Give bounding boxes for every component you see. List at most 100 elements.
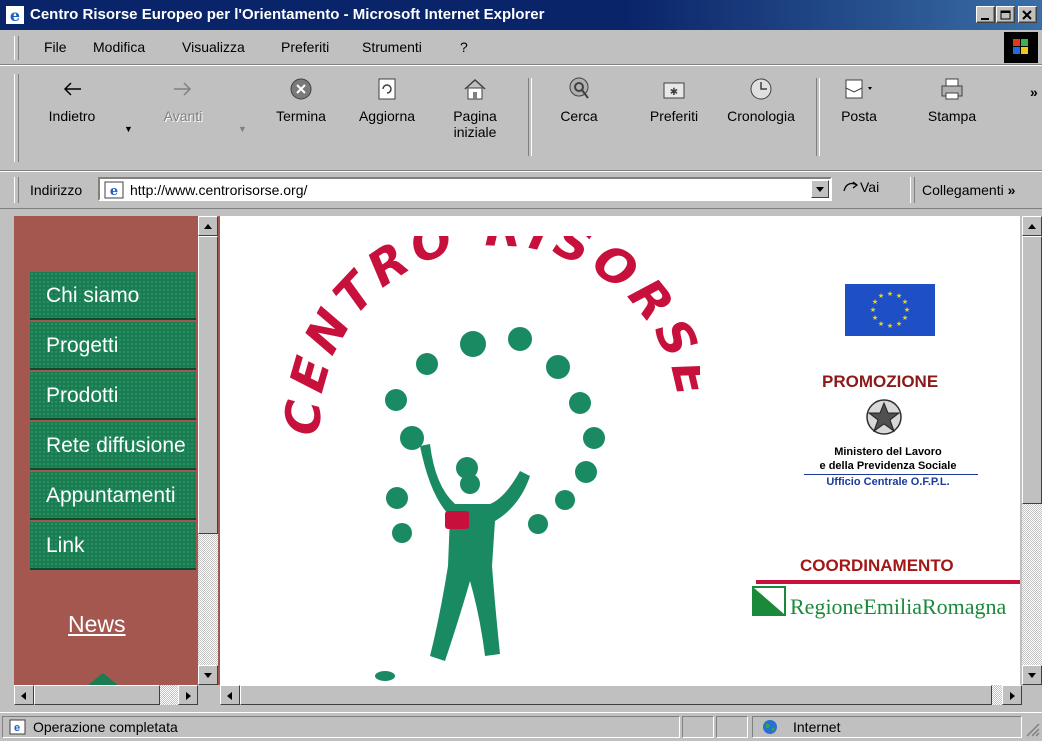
toolbar-separator (816, 78, 820, 156)
main-vertical-scrollbar[interactable] (1022, 216, 1042, 685)
svg-text:e: e (14, 722, 20, 734)
menu-modifica[interactable]: Modifica (93, 39, 145, 55)
ministry-line-1: Ministero del Lavoro (834, 446, 942, 458)
stop-button[interactable]: Termina (262, 70, 340, 166)
left-scroll-down-button[interactable] (198, 665, 218, 685)
maximize-button[interactable] (996, 6, 1015, 23)
go-button[interactable]: Vai (842, 179, 879, 195)
menu-visualizza[interactable]: Visualizza (182, 39, 245, 55)
links-chevron: » (1007, 182, 1016, 198)
menu-strumenti[interactable]: Strumenti (362, 39, 422, 55)
svg-text:★: ★ (887, 322, 893, 330)
nav-rete-diffusione[interactable]: Rete diffusione (30, 422, 196, 470)
svg-text:★: ★ (887, 290, 893, 298)
security-zone-panel: Internet (752, 716, 1022, 738)
page-ie-icon: e (104, 181, 124, 199)
left-hscroll-right-button[interactable] (178, 685, 198, 705)
arrow-down-icon (1028, 673, 1036, 678)
status-panel-empty-2 (716, 716, 748, 738)
menu-help[interactable]: ? (460, 39, 468, 55)
forward-dropdown-arrow[interactable]: ▼ (238, 124, 247, 134)
centro-risorse-logo[interactable]: CENTRO RISORSE (280, 236, 700, 685)
close-icon (1022, 10, 1032, 20)
main-hscroll-thumb[interactable] (240, 685, 992, 705)
main-scroll-thumb[interactable] (1022, 236, 1042, 504)
main-hscroll-right-button[interactable] (1002, 685, 1022, 705)
main-scroll-down-button[interactable] (1022, 665, 1042, 685)
address-grip[interactable] (14, 177, 19, 203)
search-globe-icon (569, 77, 589, 99)
svg-text:★: ★ (896, 320, 902, 328)
favorites-button[interactable]: ✱ Preferiti (636, 70, 712, 166)
arrow-left-icon (21, 692, 26, 700)
coordination-red-line (756, 580, 1020, 584)
main-scroll-up-button[interactable] (1022, 216, 1042, 236)
nav-prodotti[interactable]: Prodotti (30, 372, 196, 420)
resize-grip-icon[interactable] (1024, 721, 1040, 737)
history-button[interactable]: Cronologia (716, 70, 806, 166)
close-button[interactable] (1018, 6, 1037, 23)
nav-appuntamenti[interactable]: Appuntamenti (30, 472, 196, 520)
go-label: Vai (860, 179, 880, 195)
chevron-down-icon (816, 187, 824, 192)
back-button[interactable]: Indietro (40, 70, 104, 166)
forward-arrow-icon (174, 82, 192, 96)
security-zone-label: Internet (793, 719, 841, 735)
ministry-line-2: e della Previdenza Sociale (819, 460, 957, 472)
svg-text:✱: ✱ (670, 87, 678, 98)
svg-text:★: ★ (902, 298, 908, 306)
mail-icon (845, 79, 872, 99)
forward-button[interactable]: Avanti (148, 70, 218, 166)
back-dropdown-arrow[interactable]: ▼ (124, 124, 133, 134)
left-hscroll-thumb[interactable] (34, 685, 160, 705)
minimize-button[interactable] (976, 6, 995, 23)
page-status-icon: e (9, 719, 26, 735)
toolbar-grip[interactable] (14, 74, 19, 162)
svg-text:★: ★ (870, 306, 876, 314)
menu-grip[interactable] (14, 36, 19, 60)
nav-progetti[interactable]: Progetti (30, 322, 196, 370)
print-button[interactable]: Stampa (916, 70, 988, 166)
left-scroll-up-button[interactable] (198, 216, 218, 236)
address-input[interactable]: e http://www.centrorisorse.org/ (98, 177, 832, 201)
nav-link[interactable]: Link (30, 522, 196, 570)
mail-button[interactable]: Posta (828, 70, 890, 166)
minimize-icon (981, 18, 989, 20)
svg-text:CENTRO RISORSE: CENTRO RISORSE (280, 236, 700, 437)
title-bar[interactable]: e Centro Risorse Europeo per l'Orientame… (0, 0, 1042, 30)
maximize-icon (1000, 10, 1011, 20)
nav-chi-siamo[interactable]: Chi siamo (30, 272, 196, 320)
links-grip[interactable] (910, 177, 915, 203)
back-arrow-icon (63, 82, 81, 96)
status-text: Operazione completata (33, 719, 178, 735)
juggler-figure (375, 444, 530, 681)
left-hscroll-left-button[interactable] (14, 685, 34, 705)
home-button[interactable]: Pagina iniziale (440, 70, 510, 166)
arrow-up-icon (1028, 224, 1036, 229)
search-button[interactable]: Cerca (544, 70, 614, 166)
main-horizontal-scrollbar[interactable] (220, 685, 1022, 705)
region-logo-icon (752, 586, 786, 616)
stop-icon (290, 78, 312, 100)
news-link[interactable]: News (68, 611, 126, 638)
address-url: http://www.centrorisorse.org/ (130, 182, 308, 198)
address-label: Indirizzo (30, 182, 83, 198)
svg-text:e: e (10, 6, 20, 24)
left-scroll-thumb[interactable] (198, 236, 218, 534)
left-frame-vertical-scrollbar[interactable] (198, 216, 218, 685)
address-dropdown-button[interactable] (811, 180, 829, 198)
arrow-left-icon (227, 692, 232, 700)
status-panel-empty-1 (682, 716, 714, 738)
main-hscroll-left-button[interactable] (220, 685, 240, 705)
left-frame-horizontal-scrollbar[interactable] (14, 685, 198, 705)
history-clock-icon (750, 78, 772, 100)
italian-emblem-icon (866, 399, 902, 435)
window-title: Centro Risorse Europeo per l'Orientament… (30, 6, 545, 23)
menu-file[interactable]: File (44, 39, 67, 55)
refresh-button[interactable]: Aggiorna (346, 70, 428, 166)
toolbar-chevron[interactable]: » (1030, 84, 1038, 100)
ministry-line-3: Ufficio Centrale O.F.P.L. (826, 476, 950, 488)
links-button[interactable]: Collegamenti » (922, 182, 1015, 198)
menu-preferiti[interactable]: Preferiti (281, 39, 329, 55)
region-emilia-romagna-text: RegioneEmiliaRomagna (790, 594, 1007, 619)
